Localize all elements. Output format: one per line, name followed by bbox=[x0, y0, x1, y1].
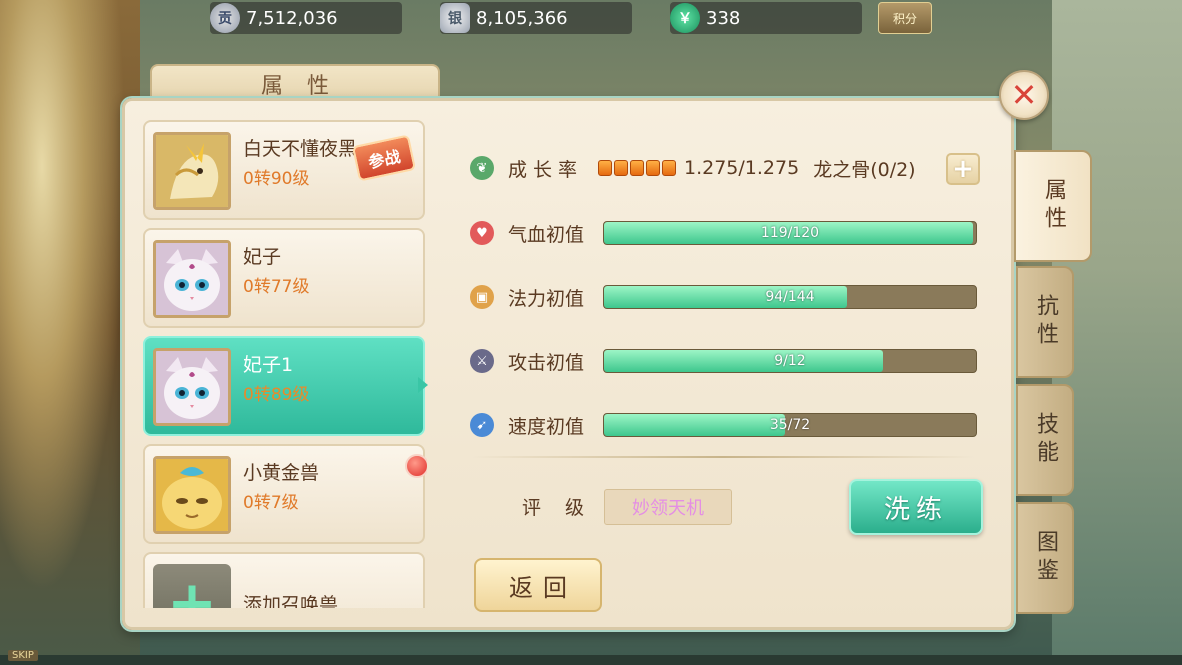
tab-attributes[interactable]: 属性 bbox=[1014, 150, 1092, 262]
growth-rate-value: 1.275/1.275 bbox=[684, 157, 800, 179]
currency-value: 7,512,036 bbox=[246, 7, 338, 29]
growth-star-icon bbox=[662, 160, 676, 176]
pet-item[interactable]: 小黄金兽 0转7级 bbox=[143, 444, 427, 544]
pet-avatar-golden-beast bbox=[153, 456, 231, 534]
pet-avatar-golden-dragon bbox=[153, 132, 231, 210]
sprout-icon: ❦ bbox=[470, 156, 494, 180]
pet-avatar-white-cat bbox=[153, 240, 231, 318]
growth-rate-row: ❦ 成长率 1.275/1.275 龙之骨(0/2) bbox=[470, 152, 916, 184]
growth-star-icon bbox=[598, 160, 612, 176]
mana-icon: ▣ bbox=[470, 285, 494, 309]
contribution-coin-icon: 贡 bbox=[210, 3, 240, 33]
currency-value: 8,105,366 bbox=[476, 7, 568, 29]
wash-button[interactable]: 洗练 bbox=[849, 479, 983, 535]
pet-level: 0转89级 bbox=[243, 385, 310, 405]
sword-icon: ⚔ bbox=[470, 349, 494, 373]
skip-button[interactable]: SKIP bbox=[8, 650, 38, 661]
rating-label: 评级 bbox=[522, 497, 609, 519]
plus-icon: + bbox=[153, 564, 231, 608]
pet-level: 0转90级 bbox=[243, 169, 310, 189]
pet-item[interactable]: 白天不懂夜黑 0转90级 参战 bbox=[143, 120, 425, 220]
heart-icon: ♥ bbox=[470, 221, 494, 245]
speed-icon: ➹ bbox=[470, 413, 494, 437]
notification-dot bbox=[405, 454, 427, 478]
stat-row-hp: ♥ 气血初值 119/120 bbox=[470, 218, 977, 248]
stat-bar: 119/120 bbox=[603, 221, 977, 245]
currency-silver[interactable]: 银 8,105,366 bbox=[440, 2, 632, 34]
stat-bar: 94/144 bbox=[603, 285, 977, 309]
add-pet-item[interactable]: + 添加召唤兽 bbox=[143, 552, 425, 608]
pet-level: 0转77级 bbox=[243, 277, 310, 297]
close-button[interactable]: ✕ bbox=[999, 70, 1049, 120]
add-pet-label: 添加召唤兽 bbox=[243, 594, 339, 608]
tab-handbook[interactable]: 图鉴 bbox=[1016, 502, 1074, 614]
tab-skills[interactable]: 技能 bbox=[1016, 384, 1074, 496]
pet-name: 妃子 bbox=[243, 246, 282, 268]
stat-label: 气血初值 bbox=[508, 223, 585, 246]
stat-row-attack: ⚔ 攻击初值 9/12 bbox=[470, 346, 977, 376]
pet-name: 小黄金兽 bbox=[243, 462, 320, 484]
growth-star-icon bbox=[614, 160, 628, 176]
dragon-bone-count: 龙之骨(0/2) bbox=[813, 158, 916, 181]
pet-level: 0转7级 bbox=[243, 493, 299, 513]
stat-label: 攻击初值 bbox=[508, 351, 585, 374]
pet-item-selected[interactable]: 妃子1 0转89级 bbox=[143, 336, 425, 436]
close-icon: ✕ bbox=[1010, 76, 1038, 114]
add-dragon-bone-button[interactable]: + bbox=[946, 153, 980, 185]
pet-name: 妃子1 bbox=[243, 354, 294, 376]
currency-value: 338 bbox=[706, 7, 741, 29]
rating-value: 妙领天机 bbox=[604, 489, 732, 525]
stat-row-mana: ▣ 法力初值 94/144 bbox=[470, 282, 977, 312]
selection-arrow-icon bbox=[418, 377, 428, 393]
pet-name: 白天不懂夜黑 bbox=[243, 138, 358, 160]
stat-bar: 35/72 bbox=[603, 413, 977, 437]
stat-value: 9/12 bbox=[774, 353, 806, 369]
pet-item[interactable]: 妃子 0转77级 bbox=[143, 228, 425, 328]
stat-value: 35/72 bbox=[769, 417, 811, 433]
back-button[interactable]: 返回 bbox=[474, 558, 602, 612]
growth-stars bbox=[598, 160, 676, 176]
stat-value: 94/144 bbox=[765, 289, 815, 305]
stat-bar: 9/12 bbox=[603, 349, 977, 373]
silver-ingot-icon: 银 bbox=[440, 3, 470, 33]
stat-value: 119/120 bbox=[760, 225, 820, 241]
currency-jade[interactable]: ￥ 338 bbox=[670, 2, 862, 34]
bottom-bar bbox=[0, 655, 1182, 665]
growth-rate-label: 成长率 bbox=[508, 158, 584, 181]
jade-coin-icon: ￥ bbox=[670, 3, 700, 33]
growth-star-icon bbox=[646, 160, 660, 176]
currency-contribution: 贡 7,512,036 bbox=[210, 2, 402, 34]
currency-bar: 贡 7,512,036 银 8,105,366 ￥ 338 积分 bbox=[200, 0, 970, 36]
in-battle-badge: 参战 bbox=[351, 134, 417, 182]
stat-label: 速度初值 bbox=[508, 415, 585, 438]
background-scenery-left bbox=[0, 0, 140, 665]
section-divider bbox=[472, 456, 974, 458]
growth-star-icon bbox=[630, 160, 644, 176]
pet-list[interactable]: 白天不懂夜黑 0转90级 参战 妃子 0转77级 妃子1 0转89级 小黄金兽 … bbox=[143, 120, 427, 608]
stat-label: 法力初值 bbox=[508, 287, 585, 310]
score-button[interactable]: 积分 bbox=[878, 2, 932, 34]
stat-row-speed: ➹ 速度初值 35/72 bbox=[470, 410, 977, 440]
pet-avatar-white-cat bbox=[153, 348, 231, 426]
tab-resistance[interactable]: 抗性 bbox=[1016, 266, 1074, 378]
